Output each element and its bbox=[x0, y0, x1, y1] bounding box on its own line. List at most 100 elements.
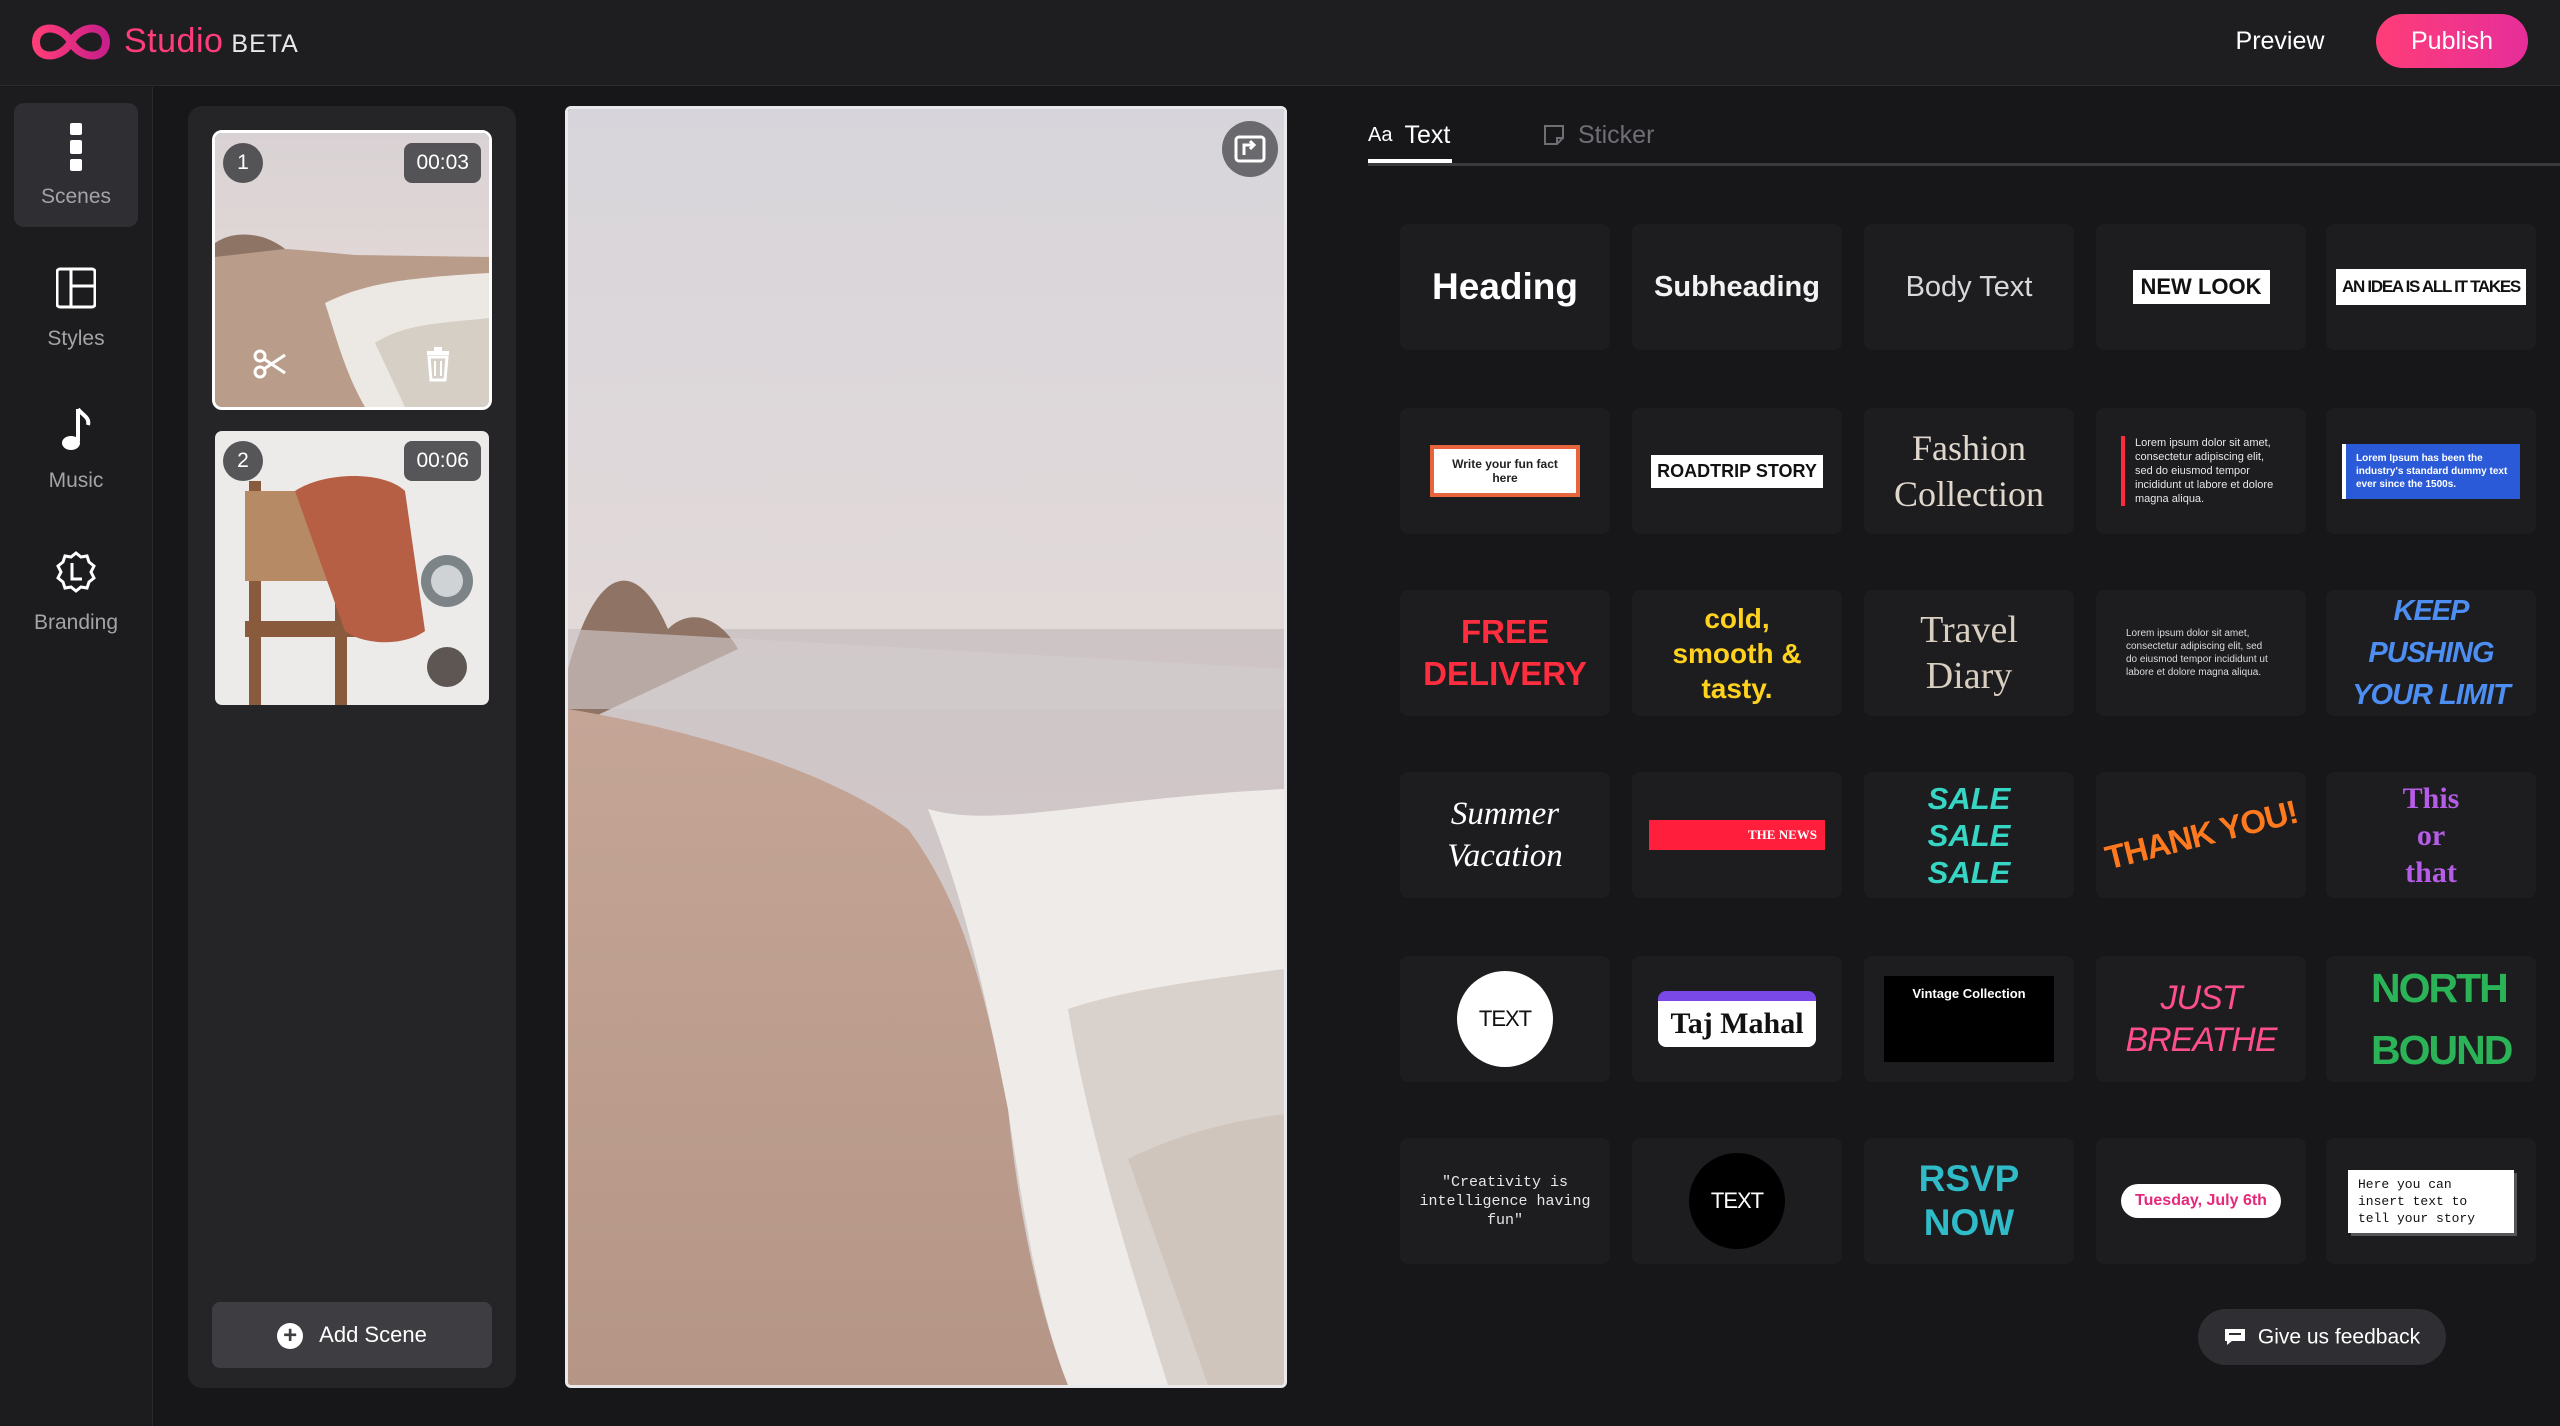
text-style-sample: This or that bbox=[2402, 781, 2460, 889]
text-style-sample: THANK YOU! bbox=[2101, 792, 2301, 877]
text-style-preview: Fashion Collection bbox=[1864, 408, 2074, 534]
text-style-sample: Vintage Collection bbox=[1884, 976, 2054, 1062]
preview-button[interactable]: Preview bbox=[2220, 20, 2340, 62]
text-style-preview: Vintage Collection bbox=[1864, 956, 2074, 1082]
text-style-north-bound[interactable]: NORTH BOUND bbox=[2326, 956, 2536, 1082]
scene-duration-badge: 00:03 bbox=[404, 143, 481, 183]
tab-text-label: Text bbox=[1404, 120, 1451, 149]
text-style-new-look[interactable]: NEW LOOK bbox=[2096, 224, 2306, 350]
text-style-sample: Lorem ipsum dolor sit amet, consectetur … bbox=[2126, 628, 2268, 678]
video-canvas[interactable] bbox=[565, 106, 1287, 1388]
text-style-travel-diary[interactable]: Travel Diary bbox=[1864, 590, 2074, 716]
text-style-subheading[interactable]: Subheading bbox=[1632, 224, 1842, 350]
text-style-preview: TEXT bbox=[1632, 1138, 1842, 1264]
chat-bubble-icon bbox=[2224, 1329, 2245, 1346]
text-style-rsvp[interactable]: RSVP NOW bbox=[1864, 1138, 2074, 1264]
text-style-keep-pushing[interactable]: KEEP PUSHING YOUR LIMIT bbox=[2326, 590, 2536, 716]
text-style-the-news[interactable]: THE NEWS bbox=[1632, 772, 1842, 898]
text-style-preview: SALE SALE SALE bbox=[1864, 772, 2074, 898]
text-style-preview: Lorem ipsum dolor sit amet, consectetur … bbox=[2096, 590, 2306, 716]
text-style-sample: SALE SALE SALE bbox=[1927, 780, 2011, 890]
text-style-circle-text[interactable]: TEXT bbox=[1400, 956, 1610, 1082]
text-style-preview: TEXT bbox=[1400, 956, 1610, 1082]
text-style-fashion[interactable]: Fashion Collection bbox=[1864, 408, 2074, 534]
text-style-sample: Lorem Ipsum has been the industry's stan… bbox=[2342, 443, 2520, 499]
text-style-preview: AN IDEA IS ALL IT TAKES bbox=[2326, 224, 2536, 350]
feedback-label: Give us feedback bbox=[2257, 1325, 2421, 1349]
text-aa-icon: Aa bbox=[1368, 123, 1393, 146]
text-style-sample: THE NEWS bbox=[1649, 820, 1825, 850]
text-style-sample: Body Text bbox=[1905, 270, 2033, 303]
text-style-preview: Lorem ipsum dolor sit amet, consectetur … bbox=[2096, 408, 2306, 534]
text-style-cold-smooth[interactable]: cold, smooth & tasty. bbox=[1632, 590, 1842, 716]
text-style-lorem-blue[interactable]: Lorem Ipsum has been the industry's stan… bbox=[2326, 408, 2536, 534]
scissors-icon[interactable] bbox=[251, 345, 289, 383]
text-style-preview: JUST BREATHE bbox=[2096, 956, 2306, 1082]
tab-sticker[interactable]: Sticker bbox=[1542, 120, 1654, 160]
scene-duration-badge: 00:06 bbox=[404, 441, 481, 481]
top-bar: Studio BETA Preview Publish bbox=[0, 0, 2560, 86]
text-style-lorem-small[interactable]: Lorem ipsum dolor sit amet, consectetur … bbox=[2096, 590, 2306, 716]
tab-text[interactable]: Aa Text bbox=[1368, 120, 1450, 160]
text-style-sample: TEXT bbox=[1457, 971, 1553, 1067]
scene-number-badge: 2 bbox=[223, 441, 263, 481]
sidebar-item-styles[interactable]: Styles bbox=[14, 245, 138, 369]
text-style-thank-you[interactable]: THANK YOU! bbox=[2096, 772, 2306, 898]
text-style-taj-mahal[interactable]: Taj Mahal bbox=[1632, 956, 1842, 1082]
trash-icon[interactable] bbox=[419, 345, 457, 383]
feedback-button[interactable]: Give us feedback bbox=[2198, 1309, 2446, 1365]
beta-badge: BETA bbox=[231, 30, 299, 58]
studio-app: Studio BETA Preview Publish Scenes Styles bbox=[0, 0, 2560, 1426]
text-style-date-pill[interactable]: Tuesday, July 6th bbox=[2096, 1138, 2306, 1264]
sidebar-item-scenes[interactable]: Scenes bbox=[14, 103, 138, 227]
text-style-preview: THE NEWS bbox=[1632, 772, 1842, 898]
text-style-heading[interactable]: Heading bbox=[1400, 224, 1610, 350]
text-style-this-or-that[interactable]: This or that bbox=[2326, 772, 2536, 898]
tab-sticker-label: Sticker bbox=[1578, 120, 1655, 149]
text-style-sample: Lorem ipsum dolor sit amet, consectetur … bbox=[2121, 436, 2281, 506]
scene-thumbnail-2[interactable]: 2 00:06 bbox=[212, 428, 492, 708]
text-style-roadtrip[interactable]: ROADTRIP STORY bbox=[1632, 408, 1842, 534]
text-style-just-breathe[interactable]: JUST BREATHE bbox=[2096, 956, 2306, 1082]
add-scene-button[interactable]: + Add Scene bbox=[212, 1302, 492, 1368]
text-style-summer-vacation[interactable]: Summer Vacation bbox=[1400, 772, 1610, 898]
text-style-sample: cold, smooth & tasty. bbox=[1672, 602, 1802, 704]
sidebar-item-label: Styles bbox=[47, 327, 105, 350]
text-style-dark-circle-text[interactable]: TEXT bbox=[1632, 1138, 1842, 1264]
text-style-preview: "Creativity is intelligence having fun" bbox=[1400, 1138, 1610, 1264]
text-style-idea[interactable]: AN IDEA IS ALL IT TAKES bbox=[2326, 224, 2536, 350]
screen-rotate-icon bbox=[1234, 135, 1266, 163]
scene-thumbnail-1[interactable]: 1 00:03 bbox=[212, 130, 492, 410]
text-style-lorem-red-bar[interactable]: Lorem ipsum dolor sit amet, consectetur … bbox=[2096, 408, 2306, 534]
text-style-preview: Lorem Ipsum has been the industry's stan… bbox=[2326, 408, 2536, 534]
sidebar-item-branding[interactable]: Branding bbox=[14, 529, 138, 653]
text-style-sample: FREE DELIVERY bbox=[1423, 613, 1587, 692]
panel-tabs: Aa Text Sticker bbox=[1368, 110, 2560, 166]
text-style-preview: FREE DELIVERY bbox=[1400, 590, 1610, 716]
text-style-sample: Summer Vacation bbox=[1447, 796, 1563, 874]
text-style-preview: Write your fun fact here bbox=[1400, 408, 1610, 534]
canvas-resize-button[interactable] bbox=[1222, 121, 1278, 177]
active-tab-indicator bbox=[1368, 159, 1452, 163]
text-style-sample: JUST BREATHE bbox=[2125, 979, 2277, 1059]
sidebar-item-music[interactable]: Music bbox=[14, 387, 138, 511]
text-style-body[interactable]: Body Text bbox=[1864, 224, 2074, 350]
music-note-icon bbox=[62, 407, 91, 450]
text-style-typewriter[interactable]: Here you can insert text to tell your st… bbox=[2326, 1138, 2536, 1264]
beach-scene-image bbox=[568, 109, 1284, 1385]
text-style-preview: ROADTRIP STORY bbox=[1632, 408, 1842, 534]
text-style-sample: Fashion Collection bbox=[1894, 428, 2044, 514]
text-style-creativity-quote[interactable]: "Creativity is intelligence having fun" bbox=[1400, 1138, 1610, 1264]
scenes-panel: 1 00:03 2 00:06 + Add Scene bbox=[188, 106, 516, 1388]
publish-button[interactable]: Publish bbox=[2376, 14, 2528, 68]
text-style-vintage[interactable]: Vintage Collection bbox=[1864, 956, 2074, 1082]
text-style-preview: NEW LOOK bbox=[2096, 224, 2306, 350]
text-style-free-delivery[interactable]: FREE DELIVERY bbox=[1400, 590, 1610, 716]
text-style-sample: NORTH BOUND bbox=[2371, 965, 2513, 1073]
text-style-sale[interactable]: SALE SALE SALE bbox=[1864, 772, 2074, 898]
text-style-sample: KEEP PUSHING YOUR LIMIT bbox=[2352, 595, 2511, 711]
text-style-preview: Here you can insert text to tell your st… bbox=[2326, 1138, 2536, 1264]
text-style-preview: Taj Mahal bbox=[1632, 956, 1842, 1082]
sidebar-item-label: Music bbox=[48, 469, 104, 492]
text-style-fun-fact[interactable]: Write your fun fact here bbox=[1400, 408, 1610, 534]
